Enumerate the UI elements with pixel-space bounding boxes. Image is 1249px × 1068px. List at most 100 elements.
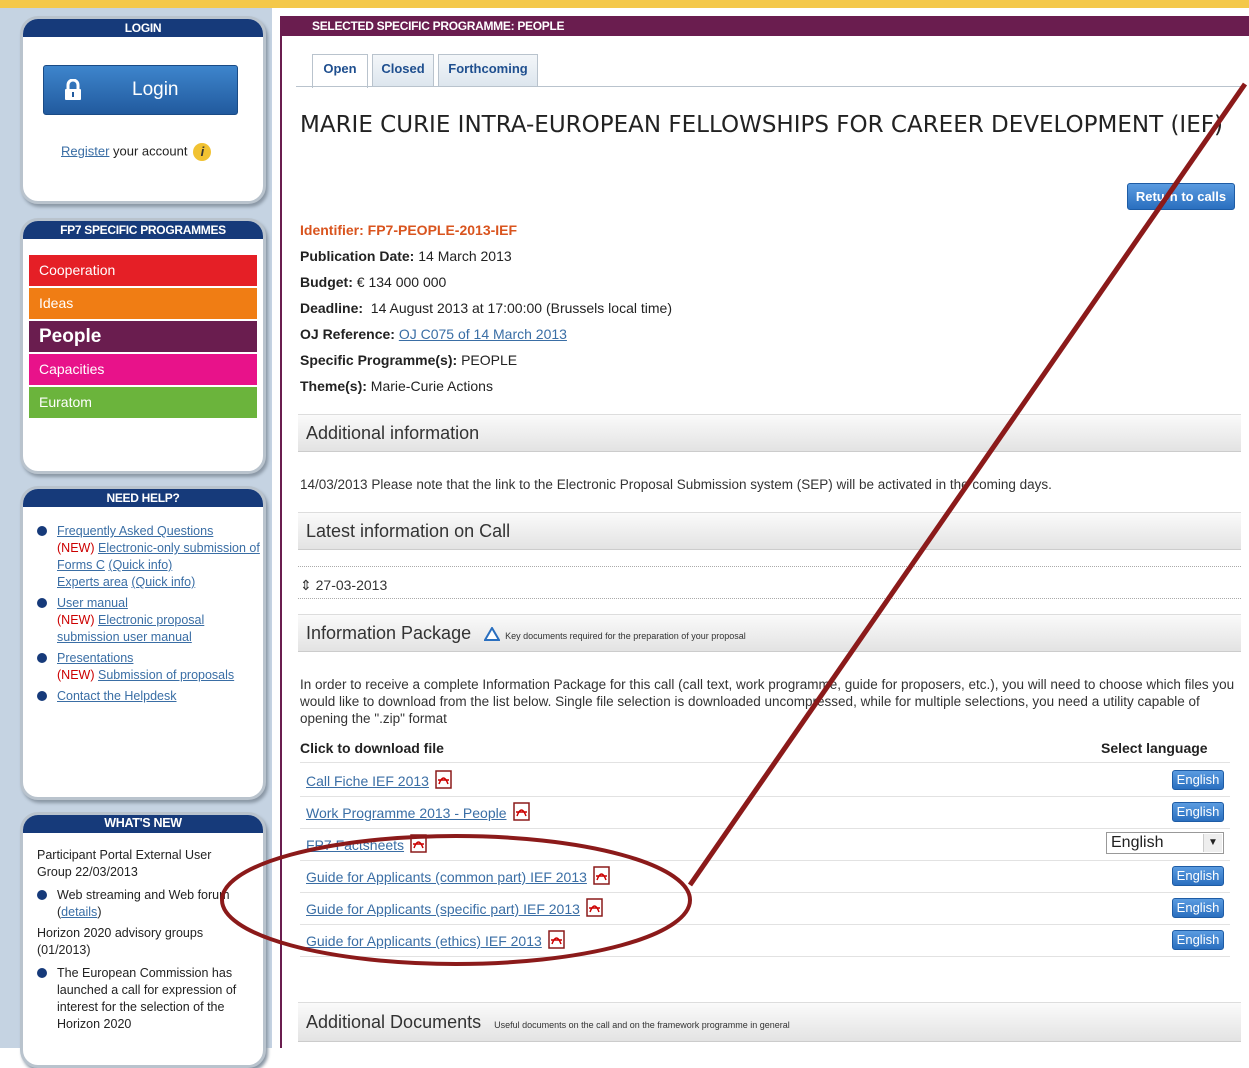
programme-item-euratom[interactable]: Euratom [29, 387, 257, 418]
programme-item-people[interactable]: People [29, 321, 257, 352]
additional-info-text: 14/03/2013 Please note that the link to … [300, 477, 1052, 492]
info-icon[interactable]: i [193, 143, 212, 161]
pdf-icon [586, 898, 603, 917]
select-language-header: Select language [1101, 740, 1208, 756]
register-line: Register your account i [61, 143, 212, 161]
whats-new-panel: WHAT'S NEW Participant Portal External U… [20, 812, 266, 1068]
language-select-value: English [1111, 834, 1164, 851]
theme-value: Marie-Curie Actions [370, 378, 493, 394]
login-button[interactable]: Login [43, 65, 238, 115]
deadline-label: Deadline: [300, 300, 364, 316]
warning-icon [483, 626, 501, 642]
bullet-icon [37, 890, 47, 900]
programme-item-cooperation[interactable]: Cooperation [29, 255, 257, 286]
register-link[interactable]: Register [61, 143, 109, 158]
return-to-calls-button[interactable]: Return to calls [1127, 183, 1235, 210]
file-download-link[interactable]: Work Programme 2013 - People [306, 805, 507, 821]
language-button-english[interactable]: English [1172, 930, 1224, 950]
new-badge: (NEW) [57, 668, 95, 682]
news-item: Horizon 2020 advisory groups (01/2013) [37, 926, 204, 957]
tab-closed[interactable]: Closed [372, 54, 434, 86]
budget: Budget: € 134 000 000 [300, 274, 446, 290]
file-row: Guide for Applicants (specific part) IEF… [300, 893, 1230, 925]
faq-link[interactable]: Frequently Asked Questions [57, 524, 213, 538]
pdf-icon [593, 866, 610, 885]
additional-docs-note: Useful documents on the call and on the … [494, 1020, 790, 1030]
sort-icon: ⇕ [300, 577, 312, 593]
call-title: MARIE CURIE INTRA-EUROPEAN FELLOWSHIPS F… [300, 112, 1223, 138]
info-package-text: In order to receive a complete Informati… [300, 677, 1235, 726]
submission-proposals-link[interactable]: Submission of proposals [98, 668, 234, 682]
pdf-icon-wrap [589, 866, 610, 885]
themes: Theme(s): Marie-Curie Actions [300, 378, 493, 394]
pdf-icon [513, 802, 530, 821]
oj-reference-link[interactable]: OJ C075 of 14 March 2013 [399, 326, 567, 342]
bullet-icon [37, 653, 47, 663]
deadline-value: 14 August 2013 at 17:00:00 (Brussels loc… [370, 300, 672, 316]
login-panel-title: LOGIN [23, 19, 263, 37]
deadline: Deadline: 14 August 2013 at 17:00:00 (Br… [300, 300, 672, 316]
pdf-icon-wrap [406, 834, 427, 853]
divider [298, 598, 1241, 599]
file-download-link[interactable]: Call Fiche IEF 2013 [306, 773, 429, 789]
latest-date: 27-03-2013 [315, 577, 388, 593]
latest-date-row[interactable]: ⇕ 27-03-2013 [300, 577, 387, 594]
help-item-contact: Contact the Helpdesk [23, 688, 263, 705]
file-row: Guide for Applicants (ethics) IEF 2013 En… [300, 925, 1230, 957]
login-panel: LOGIN Login Register your account i [20, 16, 266, 204]
budget-label: Budget: [300, 274, 353, 290]
presentations-link[interactable]: Presentations [57, 651, 133, 665]
file-download-link[interactable]: Guide for Applicants (ethics) IEF 2013 [306, 933, 542, 949]
language-button-english[interactable]: English [1172, 898, 1224, 918]
info-package-title: Information Package [306, 623, 472, 643]
quick-info-link[interactable]: (Quick info) [108, 558, 172, 572]
chevron-down-icon[interactable]: ▼ [1203, 834, 1222, 852]
budget-value: € 134 000 000 [356, 274, 447, 290]
details-link[interactable]: details [61, 905, 97, 919]
sp-value: PEOPLE [461, 352, 518, 368]
tab-forthcoming[interactable]: Forthcoming [438, 54, 538, 86]
file-row: Work Programme 2013 - People English [300, 797, 1230, 829]
login-button-label: Login [132, 79, 179, 100]
bullet-icon [37, 968, 47, 978]
tab-open[interactable]: Open [312, 54, 368, 88]
call-identifier: Identifier: FP7-PEOPLE-2013-IEF [300, 222, 518, 238]
language-select[interactable]: English ▼ [1106, 832, 1224, 854]
news-text: The European Commission has launched a c… [57, 966, 237, 1031]
programme-list: Cooperation Ideas People Capacities Euratom [23, 255, 263, 418]
user-manual-link[interactable]: User manual [57, 596, 128, 610]
programme-item-ideas[interactable]: Ideas [29, 288, 257, 319]
publication-label: Publication Date: [300, 248, 415, 264]
language-button-english[interactable]: English [1172, 770, 1224, 790]
help-item-manual: User manual (NEW) Electronic proposal su… [23, 595, 263, 646]
oj-reference: OJ Reference: OJ C075 of 14 March 2013 [300, 326, 567, 342]
programmes-panel: FP7 SPECIFIC PROGRAMMES Cooperation Ideas… [20, 218, 266, 474]
divider [300, 762, 1230, 763]
news-item: The European Commission has launched a c… [23, 965, 263, 1033]
quick-info-link[interactable]: (Quick info) [131, 575, 195, 589]
file-download-link[interactable]: Guide for Applicants (common part) IEF 2… [306, 869, 587, 885]
info-package-header: Information Package Key documents requir… [298, 614, 1241, 652]
help-item-faq: Frequently Asked Questions (NEW) Electro… [23, 523, 263, 591]
pdf-icon-wrap [582, 898, 603, 917]
file-row: Guide for Applicants (common part) IEF 2… [300, 861, 1230, 893]
pdf-icon [548, 930, 565, 949]
programme-item-capacities[interactable]: Capacities [29, 354, 257, 385]
experts-area-link[interactable]: Experts area [57, 575, 128, 589]
additional-info-header: Additional information [298, 414, 1241, 452]
file-row: FP7 Factsheets English ▼ [300, 829, 1230, 861]
language-button-english[interactable]: English [1172, 802, 1224, 822]
lock-icon [65, 79, 81, 100]
file-download-link[interactable]: Guide for Applicants (specific part) IEF… [306, 901, 580, 917]
specific-programme: Specific Programme(s): PEOPLE [300, 352, 517, 368]
file-download-link[interactable]: FP7 Factsheets [306, 837, 404, 853]
new-badge: (NEW) [57, 541, 95, 555]
click-download-header: Click to download file [300, 740, 444, 756]
bullet-icon [37, 691, 47, 701]
theme-label: Theme(s): [300, 378, 367, 394]
publication-value: 14 March 2013 [418, 248, 512, 264]
contact-helpdesk-link[interactable]: Contact the Helpdesk [57, 689, 177, 703]
news-text: Web streaming and Web forum [57, 888, 230, 902]
language-button-english[interactable]: English [1172, 866, 1224, 886]
bullet-icon [37, 526, 47, 536]
